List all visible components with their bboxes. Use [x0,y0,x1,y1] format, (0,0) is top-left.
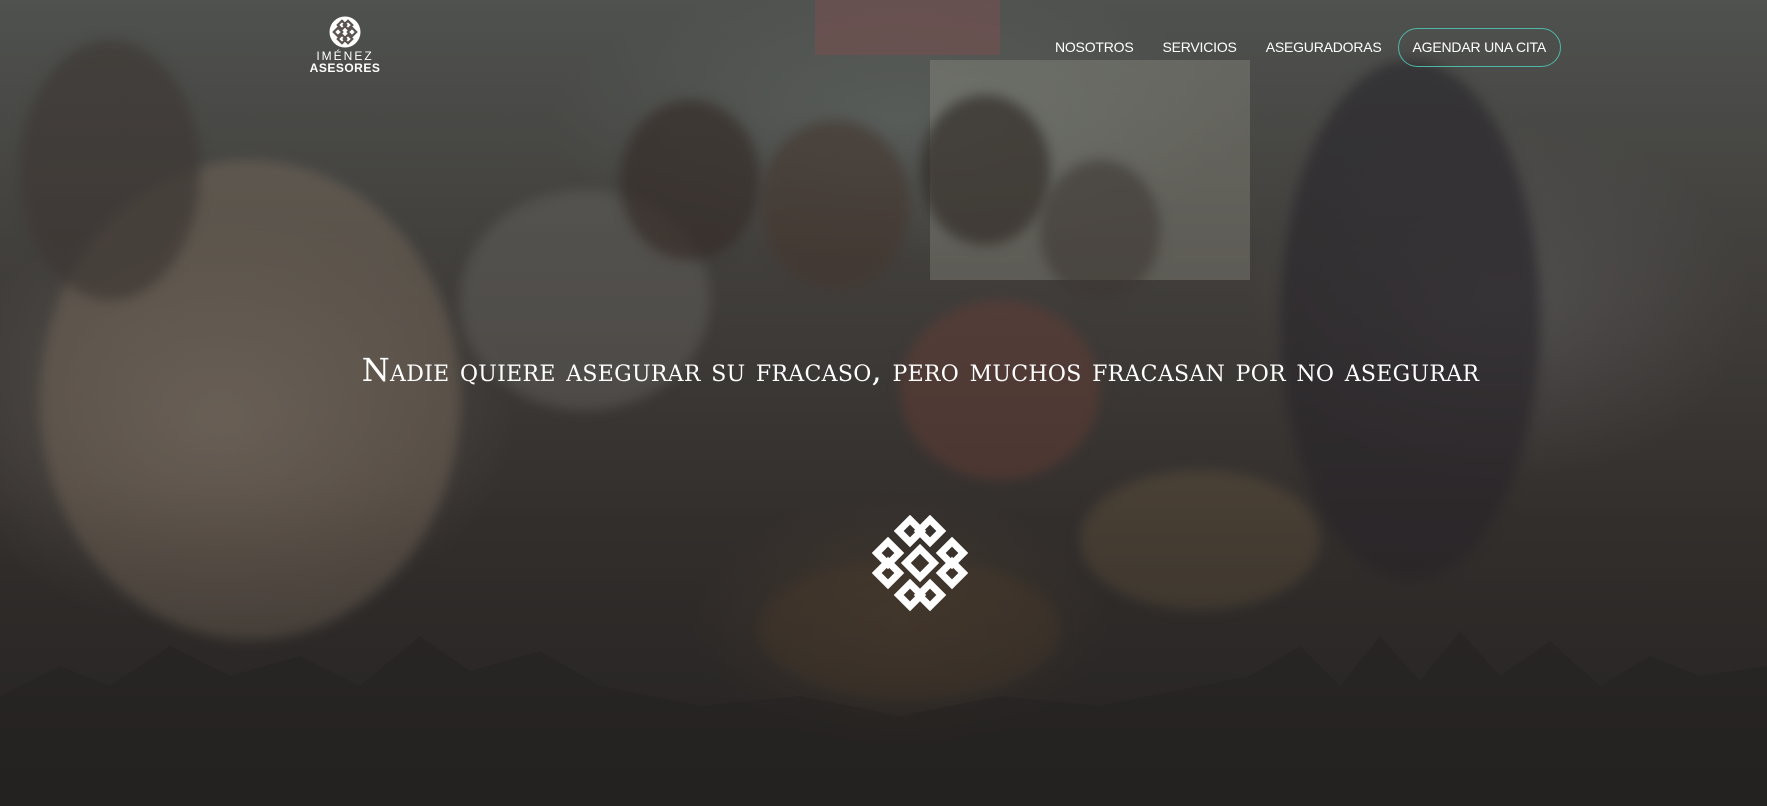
knot-emblem-icon [329,16,361,48]
hero-section: IMÉNEZ ASESORES NOSOTROS SERVICIOS ASEGU… [0,0,1767,806]
main-nav: NOSOTROS SERVICIOS ASEGURADORAS AGENDAR … [1026,27,1561,67]
nav-link-aseguradoras[interactable]: ASEGURADORAS [1266,27,1382,67]
nav-link-nosotros[interactable]: NOSOTROS [1055,27,1134,67]
knot-emblem-icon [872,515,968,611]
logo-text-bottom: ASESORES [309,61,381,75]
schedule-appointment-button[interactable]: AGENDAR UNA CITA [1397,27,1561,67]
brand-logo[interactable]: IMÉNEZ ASESORES [305,16,385,78]
nav-link-servicios[interactable]: SERVICIOS [1162,27,1236,67]
background-photo [0,0,1767,806]
hero-headline: Nadie quiere asegurar su fracaso, pero m… [361,351,1480,389]
